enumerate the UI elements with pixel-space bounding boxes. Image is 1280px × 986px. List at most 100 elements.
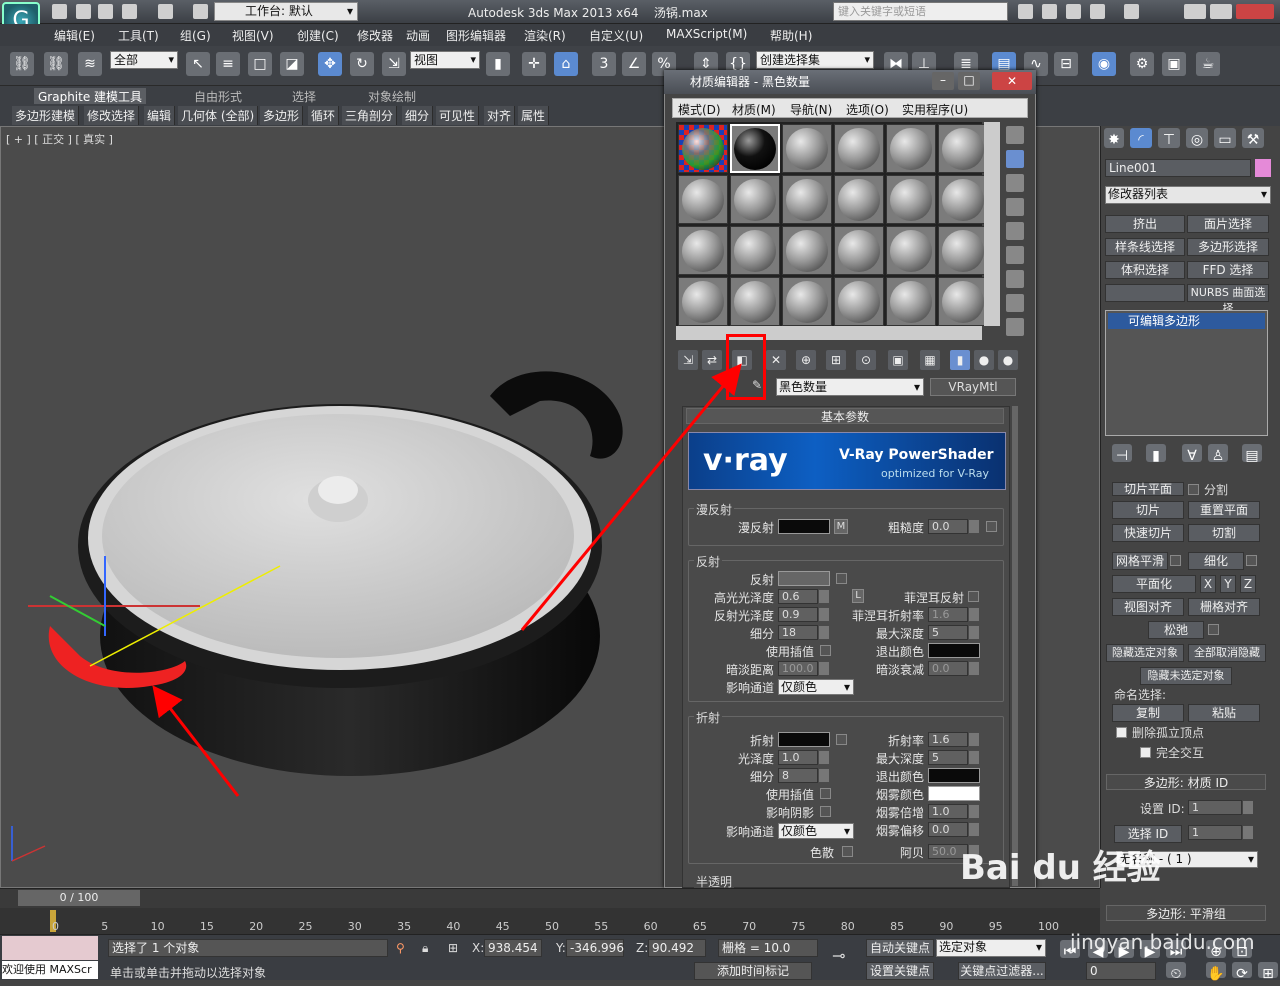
view-align-button[interactable]: 视图对齐 <box>1112 598 1184 616</box>
roughness-spinner[interactable]: 0.0 <box>928 519 979 534</box>
render-production-icon[interactable]: ☕ <box>1196 52 1220 76</box>
pick-material-icon[interactable]: ● <box>998 350 1018 370</box>
orbit-icon[interactable]: ⟳ <box>1232 962 1252 982</box>
maximize-icon[interactable] <box>1210 4 1232 19</box>
create-tab-icon[interactable]: ✸ <box>1104 128 1124 148</box>
extrude-button[interactable]: 挤出 <box>1105 215 1185 233</box>
reset-plane-button[interactable]: 重置平面 <box>1188 501 1260 519</box>
menu-rendering[interactable]: 渲染(R) <box>524 27 566 44</box>
refr-affect-channels-dropdown[interactable]: 仅颜色 <box>778 823 854 839</box>
pin-stack-icon[interactable]: ⊣ <box>1112 444 1132 464</box>
select-object-icon[interactable]: ↖ <box>186 52 210 76</box>
manipulate-icon[interactable]: ✛ <box>522 52 546 76</box>
reset-map-icon[interactable]: ✕ <box>766 350 786 370</box>
material-slot[interactable] <box>678 226 728 275</box>
selection-filter-dropdown[interactable]: 全部 <box>110 51 178 69</box>
show-end-result-stack-icon[interactable]: ▮ <box>1146 444 1166 464</box>
subtab-subdivision[interactable]: 细分 <box>402 106 434 125</box>
utilities-tab-icon[interactable]: ⚒ <box>1242 128 1264 148</box>
material-slot[interactable] <box>834 226 884 275</box>
maxscript-listener[interactable] <box>2 936 98 960</box>
minimize-icon[interactable] <box>1184 4 1206 19</box>
key-mode-dropdown[interactable]: 选定对象 <box>936 939 1046 957</box>
backlight-icon[interactable] <box>1006 150 1024 168</box>
material-navigator-icon[interactable] <box>1006 318 1024 336</box>
subtab-edit[interactable]: 编辑 <box>144 106 176 125</box>
keyboard-shortcut-icon[interactable]: ⌂ <box>554 52 578 76</box>
make-preview-icon[interactable] <box>1006 246 1024 264</box>
refract-map-button[interactable] <box>836 734 847 745</box>
select-move-icon[interactable]: ✥ <box>318 52 342 76</box>
mat-menu-navigation[interactable]: 导航(N) <box>790 101 832 118</box>
fog-mult-spinner[interactable]: 1.0 <box>928 804 979 819</box>
undo-icon[interactable] <box>122 4 137 19</box>
ref-coord-dropdown[interactable]: 视图 <box>410 51 480 69</box>
refl-subdivs-spinner[interactable]: 18 <box>778 625 829 640</box>
tab-object-paint[interactable]: 对象绘制 <box>368 88 416 104</box>
x-coord-field[interactable]: 938.454 <box>484 939 542 957</box>
slice-plane-button[interactable]: 切片平面 <box>1112 482 1184 496</box>
planar-y-button[interactable]: Y <box>1220 575 1236 593</box>
maxscript-welcome[interactable]: 欢迎使用 MAXScr <box>2 961 98 979</box>
sample-type-icon[interactable] <box>1006 126 1024 144</box>
empty-button[interactable] <box>1105 284 1185 302</box>
key-filters-button[interactable]: 关键点过滤器... <box>958 962 1046 980</box>
refr-use-interp-checkbox[interactable] <box>820 788 831 799</box>
refl-use-interp-checkbox[interactable] <box>820 645 831 656</box>
menu-help[interactable]: 帮助(H) <box>770 27 812 44</box>
refract-color-swatch[interactable] <box>778 732 830 747</box>
refr-gloss-spinner[interactable]: 1.0 <box>778 750 829 765</box>
favorites-icon[interactable] <box>1090 4 1105 19</box>
y-coord-field[interactable]: -346.996 <box>566 939 624 957</box>
slice-button[interactable]: 切片 <box>1112 501 1184 519</box>
subtab-geometry-all[interactable]: 几何体 (全部) <box>178 106 259 125</box>
mat-menu-options[interactable]: 选项(O) <box>846 101 889 118</box>
material-slot[interactable] <box>938 124 988 173</box>
nurbs-select-button[interactable]: NURBS 曲面选择 <box>1187 284 1269 315</box>
full-interactivity-checkbox[interactable] <box>1140 747 1151 758</box>
spline-select-button[interactable]: 样条线选择 <box>1105 238 1185 256</box>
material-slot[interactable] <box>782 175 832 224</box>
motion-tab-icon[interactable]: ◎ <box>1186 128 1208 148</box>
select-by-material-icon[interactable] <box>1006 294 1024 312</box>
menu-tools[interactable]: 工具(T) <box>118 27 159 44</box>
ior-spinner[interactable]: 1.6 <box>928 732 979 747</box>
go-forward-icon[interactable]: ● <box>974 350 994 370</box>
roughness-map-button[interactable] <box>986 521 997 532</box>
meshsmooth-button[interactable]: 网格平滑 <box>1112 552 1168 570</box>
poly-material-id-header[interactable]: 多边形: 材质 ID <box>1106 774 1266 790</box>
current-frame-field[interactable]: 0 <box>1086 962 1156 980</box>
menu-maxscript[interactable]: MAXScript(M) <box>666 27 747 41</box>
save-icon[interactable] <box>98 4 113 19</box>
bind-spacewarp-icon[interactable]: ≋ <box>78 52 102 76</box>
make-unique-icon[interactable]: ⊕ <box>796 350 816 370</box>
dim-dist-spinner[interactable]: 100.0 <box>778 661 829 676</box>
modifier-list-dropdown[interactable]: 修改器列表 <box>1105 186 1271 204</box>
planar-z-button[interactable]: Z <box>1240 575 1256 593</box>
material-slot[interactable] <box>834 175 884 224</box>
close-icon[interactable] <box>1236 4 1274 19</box>
slot-hscrollbar[interactable] <box>676 326 982 340</box>
modify-tab-icon[interactable]: ◜ <box>1130 128 1152 148</box>
relax-button[interactable]: 松弛 <box>1148 621 1204 639</box>
delete-isolated-checkbox[interactable] <box>1116 727 1127 738</box>
basic-params-header[interactable]: 基本参数 <box>686 408 1004 424</box>
patch-select-button[interactable]: 面片选择 <box>1187 215 1269 233</box>
set-id-spinner[interactable]: 1 <box>1188 800 1253 815</box>
maximize-viewport-icon[interactable]: ⊞ <box>1258 962 1278 982</box>
menu-edit[interactable]: 编辑(E) <box>54 27 95 44</box>
ffd-select-button[interactable]: FFD 选择 <box>1187 261 1269 279</box>
mat-menu-utilities[interactable]: 实用程序(U) <box>902 101 968 118</box>
refl-gloss-spinner[interactable]: 0.9 <box>778 607 829 622</box>
subtab-polygons[interactable]: 多边形 <box>260 106 304 125</box>
redo-icon[interactable] <box>158 4 173 19</box>
unlink-icon[interactable]: ⛓ <box>44 52 68 76</box>
diffuse-color-swatch[interactable] <box>778 519 830 534</box>
reflect-color-swatch[interactable] <box>778 571 830 586</box>
menu-animation[interactable]: 动画 <box>406 27 430 44</box>
material-editor-title[interactable]: 材质编辑器 - 黑色数量 <box>664 70 1036 94</box>
subtab-poly-modeling[interactable]: 多边形建模 <box>12 106 80 125</box>
window-crossing-icon[interactable]: ◪ <box>280 52 304 76</box>
uv-tiling-icon[interactable] <box>1006 198 1024 216</box>
material-slot-selected[interactable] <box>730 124 780 173</box>
